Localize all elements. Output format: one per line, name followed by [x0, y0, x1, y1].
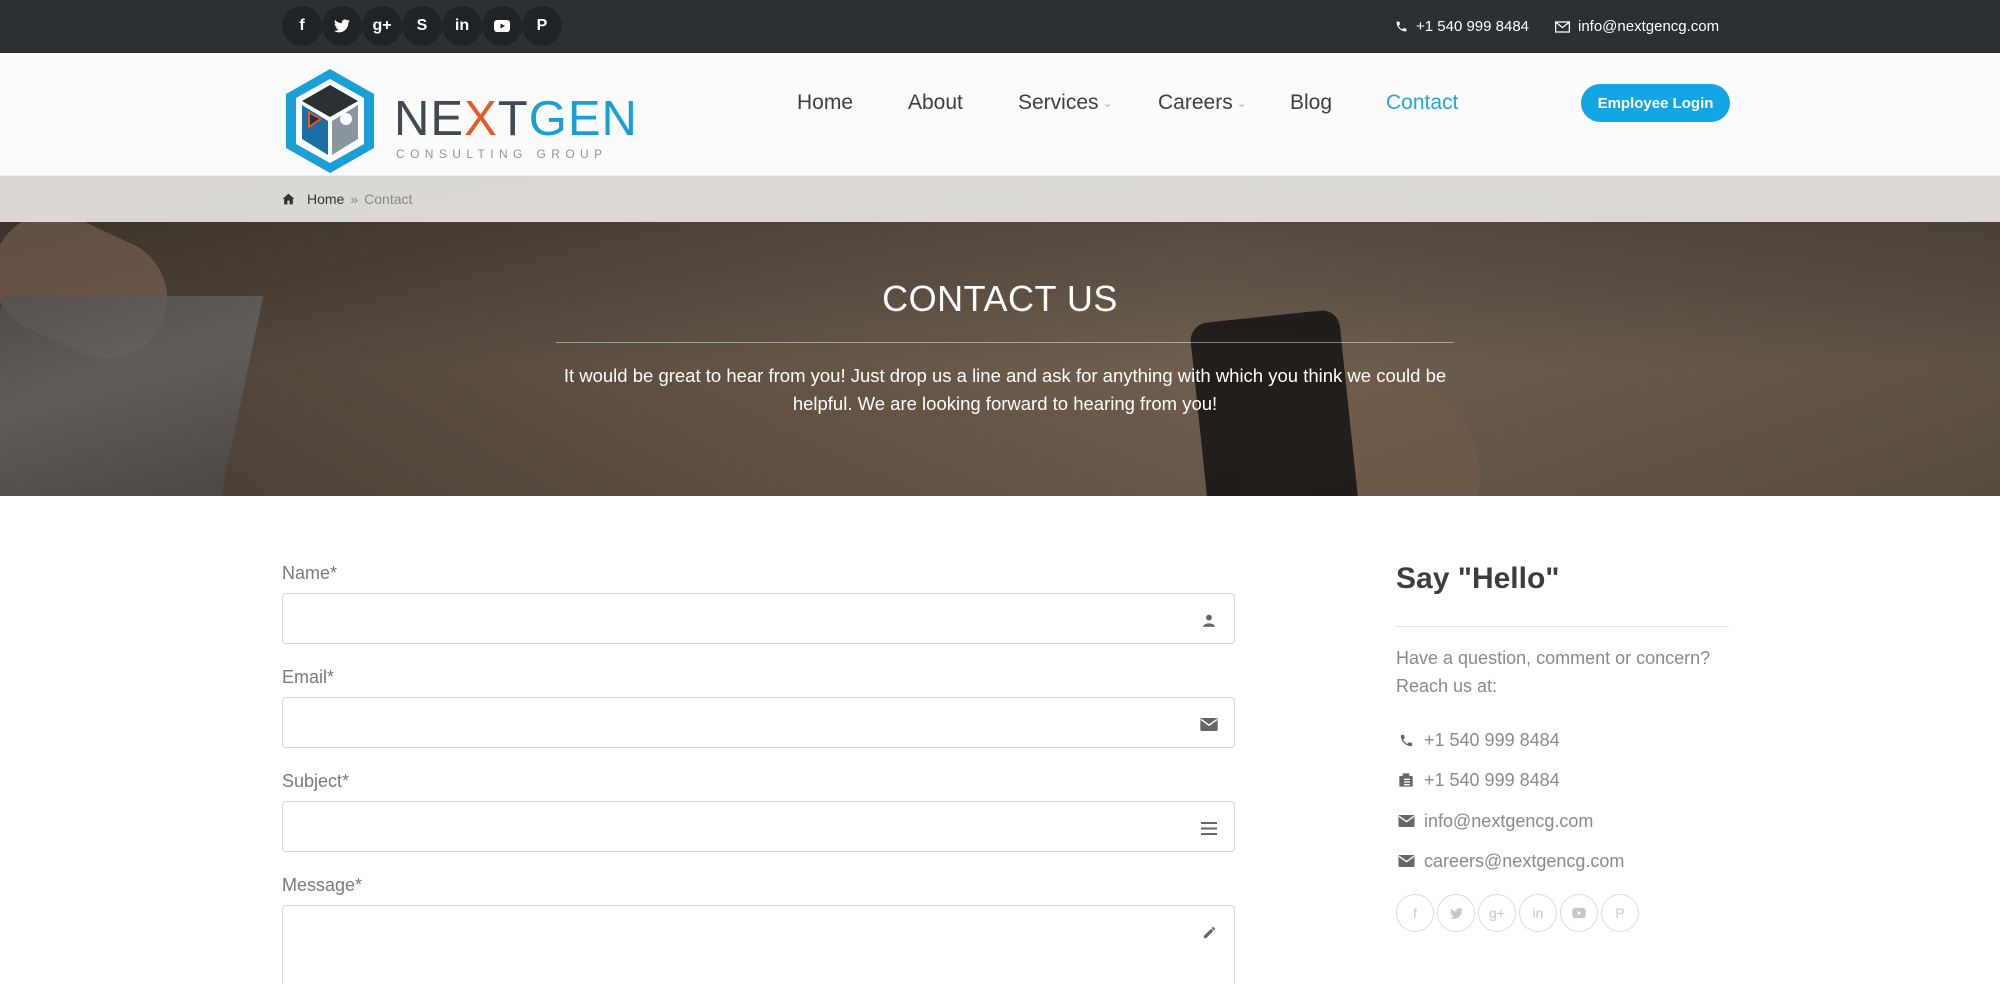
top-phone-text: +1 540 999 8484	[1416, 18, 1530, 35]
sidebar-social-links: f g+ in P	[1396, 894, 1642, 932]
nav-blog[interactable]: Blog	[1290, 91, 1332, 115]
chevron-down-icon: ⌄	[1102, 96, 1113, 110]
facebook-icon[interactable]: f	[282, 6, 322, 46]
pinterest-icon[interactable]: P	[1601, 894, 1639, 932]
sidebar-phone[interactable]: +1 540 999 8484	[1396, 728, 1560, 752]
linkedin-icon[interactable]: in	[442, 6, 482, 46]
email-input[interactable]	[283, 698, 1234, 747]
user-icon	[1199, 610, 1219, 630]
facebook-icon[interactable]: f	[1396, 894, 1434, 932]
breadcrumb-home[interactable]: Home	[307, 191, 344, 207]
twitter-icon[interactable]	[1437, 894, 1475, 932]
top-bar: f g+ S in P +1 540 999 8484 info@nextgen…	[0, 0, 2000, 53]
linkedin-icon[interactable]: in	[1519, 894, 1557, 932]
sidebar-fax[interactable]: +1 540 999 8484	[1396, 768, 1560, 792]
envelope-icon	[1199, 714, 1219, 734]
fax-icon	[1396, 770, 1416, 790]
google-plus-icon[interactable]: g+	[1478, 894, 1516, 932]
say-hello-title: Say "Hello"	[1396, 562, 1560, 595]
sidebar-intro: Have a question, comment or concern? Rea…	[1396, 648, 1711, 696]
sidebar-email-careers[interactable]: careers@nextgencg.com	[1396, 849, 1624, 873]
subject-input[interactable]	[283, 802, 1234, 851]
nav-about[interactable]: About	[908, 91, 963, 115]
pinterest-icon[interactable]: P	[522, 6, 562, 46]
breadcrumb-separator: »	[350, 191, 359, 207]
phone-icon	[1396, 21, 1407, 32]
message-textarea[interactable]	[283, 906, 1234, 984]
envelope-icon	[1396, 851, 1416, 871]
top-social-links: f g+ S in P	[282, 6, 562, 46]
hero-overlay	[0, 176, 2000, 496]
chevron-down-icon: ⌄	[1236, 96, 1247, 110]
name-input[interactable]	[283, 594, 1234, 643]
employee-login-button[interactable]: Employee Login	[1581, 84, 1730, 122]
phone-icon	[1396, 730, 1416, 750]
email-field[interactable]	[282, 697, 1235, 748]
twitter-icon[interactable]	[322, 6, 362, 46]
envelope-icon	[1555, 20, 1570, 33]
google-plus-icon[interactable]: g+	[362, 6, 402, 46]
breadcrumb: Home » Contact	[282, 176, 412, 222]
message-field[interactable]	[282, 905, 1235, 984]
nav-services[interactable]: Services ⌄	[1018, 91, 1113, 115]
email-label: Email*	[282, 667, 335, 687]
page-title: CONTACT US	[882, 278, 1118, 319]
youtube-icon[interactable]	[1560, 894, 1598, 932]
top-phone[interactable]: +1 540 999 8484	[1395, 0, 1529, 53]
name-field[interactable]	[282, 593, 1235, 644]
envelope-icon	[1396, 811, 1416, 831]
pencil-icon	[1199, 922, 1219, 942]
sidebar-email-info[interactable]: info@nextgencg.com	[1396, 809, 1593, 833]
message-label: Message*	[282, 875, 363, 895]
title-divider	[556, 342, 1454, 343]
name-label: Name*	[282, 563, 338, 583]
menu-lines-icon	[1199, 818, 1219, 838]
youtube-icon[interactable]	[482, 6, 522, 46]
nav-home[interactable]: Home	[797, 91, 853, 115]
hero-banner	[0, 176, 2000, 496]
breadcrumb-current: Contact	[364, 191, 413, 207]
breadcrumb-bar: Home » Contact	[0, 176, 2000, 222]
subject-label: Subject*	[282, 771, 350, 791]
skype-icon[interactable]: S	[402, 6, 442, 46]
top-email-text: info@nextgencg.com	[1578, 18, 1720, 35]
nav-contact[interactable]: Contact	[1386, 91, 1458, 115]
sidebar-divider	[1396, 626, 1729, 627]
top-email[interactable]: info@nextgencg.com	[1555, 0, 1719, 53]
nav-careers[interactable]: Careers ⌄	[1158, 91, 1247, 115]
subject-field[interactable]	[282, 801, 1235, 852]
hero-description: It would be great to hear from you! Just…	[563, 365, 1447, 414]
home-icon	[282, 193, 295, 205]
